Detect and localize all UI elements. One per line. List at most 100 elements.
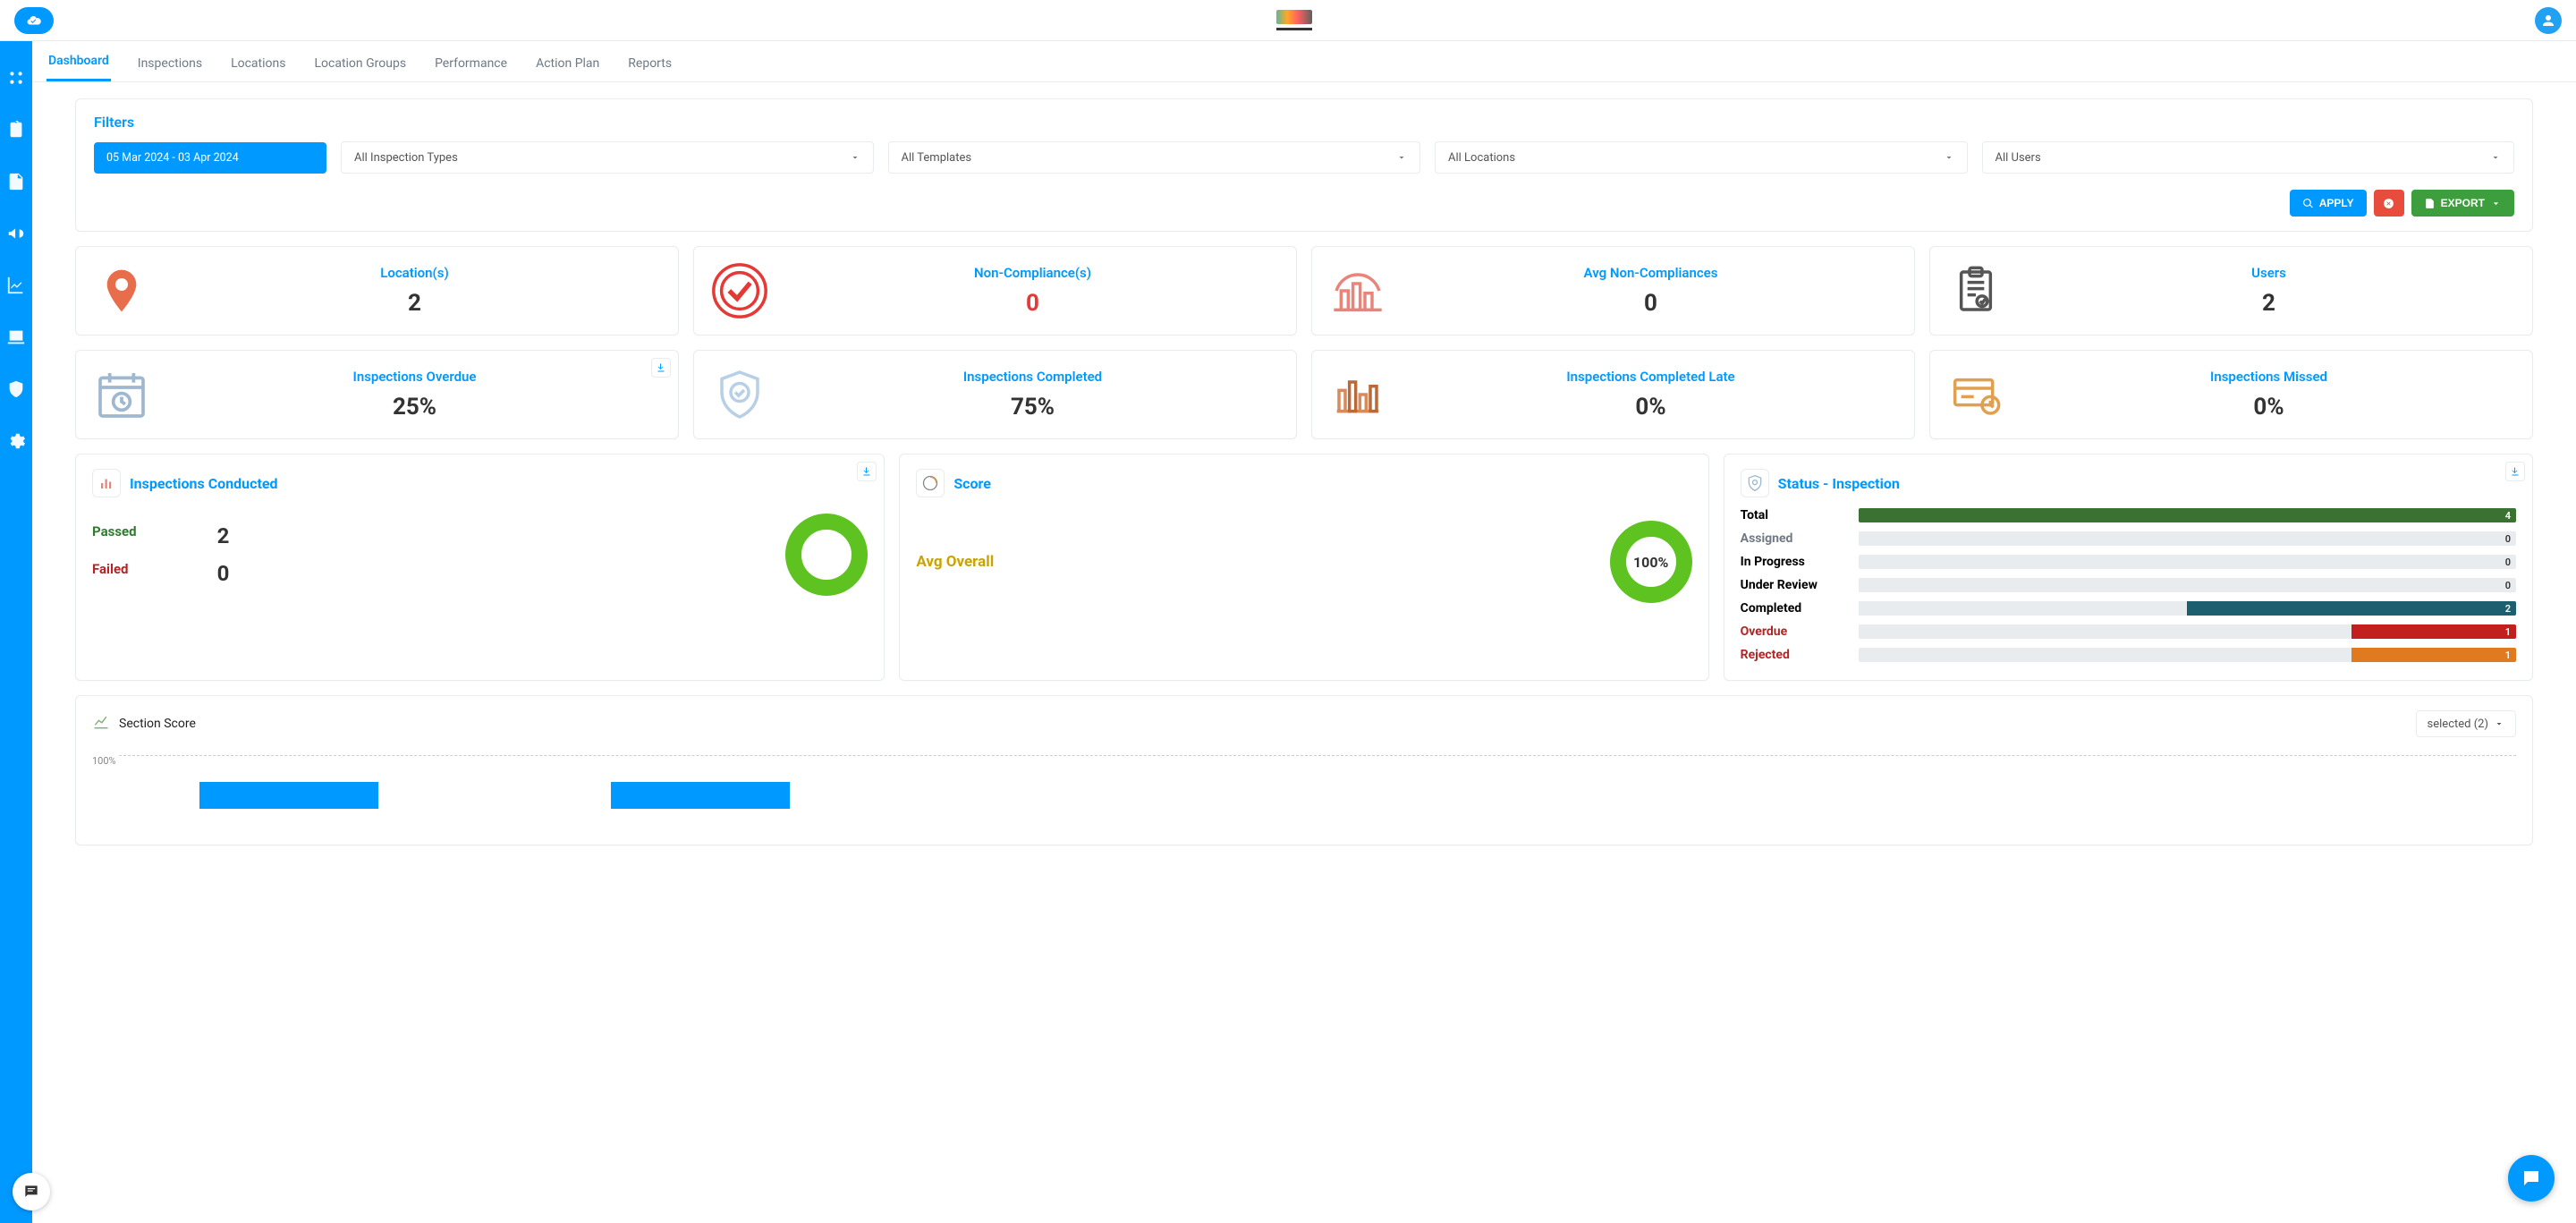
status-track: 4 xyxy=(1859,508,2516,522)
metric-avg-nc: Avg Non-Compliances 0 xyxy=(1311,246,1915,335)
filters-card: Filters 05 Mar 2024 - 03 Apr 2024 All In… xyxy=(75,98,2533,232)
status-name: Total xyxy=(1741,508,1848,522)
select-locations[interactable]: All Locations xyxy=(1435,141,1968,174)
metric-completed: Inspections Completed 75% xyxy=(693,350,1297,439)
tab-locations[interactable]: Locations xyxy=(229,46,287,81)
select-templates[interactable]: All Templates xyxy=(888,141,1421,174)
selected-label: selected (2) xyxy=(2428,718,2488,731)
side-rail xyxy=(0,41,32,1223)
metric-value: 75% xyxy=(784,394,1282,420)
inbox-icon[interactable] xyxy=(6,327,26,347)
megaphone-icon[interactable] xyxy=(6,224,26,243)
metric-row-2: Inspections Overdue 25% Inspections Comp… xyxy=(75,350,2533,439)
bar-chart-icon xyxy=(1326,363,1389,426)
chat-launcher[interactable] xyxy=(13,1173,50,1210)
status-track: 0 xyxy=(1859,578,2516,592)
metric-label: Inspections Completed Late xyxy=(1402,369,1900,385)
message-icon xyxy=(2521,1168,2542,1189)
tab-location-groups[interactable]: Location Groups xyxy=(312,46,408,81)
date-range-chip[interactable]: 05 Mar 2024 - 03 Apr 2024 xyxy=(94,142,326,174)
score-donut: 100% xyxy=(1610,521,1692,603)
metric-locations: Location(s) 2 xyxy=(75,246,679,335)
chevron-down-icon xyxy=(2490,152,2501,163)
messenger-launcher[interactable] xyxy=(2508,1155,2555,1202)
shield-icon[interactable] xyxy=(6,379,26,399)
passed-value: 2 xyxy=(217,523,230,548)
mini-bar-icon xyxy=(92,469,121,497)
apps-icon[interactable] xyxy=(6,68,26,88)
user-avatar[interactable] xyxy=(2535,7,2562,34)
search-icon xyxy=(2302,198,2314,209)
pin-icon xyxy=(90,259,153,322)
panel-title: Score xyxy=(953,475,991,492)
card-clock-icon xyxy=(1945,363,2007,426)
chevron-down-icon xyxy=(850,152,860,163)
metric-label: Users xyxy=(2020,265,2518,281)
tab-reports[interactable]: Reports xyxy=(626,46,674,81)
document-icon[interactable] xyxy=(6,172,26,191)
download-button[interactable] xyxy=(651,358,671,378)
main-area: Dashboard Inspections Locations Location… xyxy=(32,41,2576,1223)
select-label: All Locations xyxy=(1448,151,1515,165)
metric-value: 0 xyxy=(1402,290,1900,317)
topbar xyxy=(0,0,2576,41)
status-name: Completed xyxy=(1741,601,1848,616)
inspections-donut xyxy=(785,514,868,596)
brand-logo[interactable] xyxy=(14,7,54,34)
status-name: Overdue xyxy=(1741,624,1848,639)
status-fill: 1 xyxy=(2351,624,2516,639)
status-value: 0 xyxy=(2505,555,2511,569)
tab-dashboard[interactable]: Dashboard xyxy=(47,43,111,81)
select-label: All Templates xyxy=(902,151,972,165)
chevron-down-icon xyxy=(1396,152,1407,163)
status-row: Assigned0 xyxy=(1741,531,2516,546)
panel-title: Status - Inspection xyxy=(1778,475,1900,492)
status-row: In Progress 0 xyxy=(1741,555,2516,569)
status-fill: 4 xyxy=(1859,508,2516,522)
select-label: All Inspection Types xyxy=(354,151,458,165)
clear-button[interactable] xyxy=(2374,190,2404,217)
selected-dropdown[interactable]: selected (2) xyxy=(2416,710,2516,737)
gear-icon[interactable] xyxy=(6,431,26,451)
chat-icon xyxy=(22,1183,40,1201)
select-inspection-types[interactable]: All Inspection Types xyxy=(341,141,874,174)
metric-label: Inspections Overdue xyxy=(165,369,664,385)
download-button[interactable] xyxy=(2505,462,2525,481)
shield-outline-icon xyxy=(1741,469,1769,497)
metric-label: Inspections Missed xyxy=(2020,369,2518,385)
gauge-icon xyxy=(916,469,945,497)
filters-title: Filters xyxy=(94,114,2514,131)
download-icon xyxy=(861,466,872,477)
metric-label: Non-Compliance(s) xyxy=(784,265,1282,281)
clipboard-icon[interactable] xyxy=(6,120,26,140)
shield-check-icon xyxy=(708,363,771,426)
download-button[interactable] xyxy=(857,462,877,481)
cloud-check-icon xyxy=(24,13,44,29)
export-button[interactable]: EXPORT xyxy=(2411,190,2514,217)
tab-action-plan[interactable]: Action Plan xyxy=(534,46,601,81)
panel-score: Score Avg Overall 100% xyxy=(899,454,1708,681)
section-bar xyxy=(199,782,378,809)
status-name: In Progress xyxy=(1741,555,1848,569)
tab-performance[interactable]: Performance xyxy=(433,46,509,81)
status-name: Rejected xyxy=(1741,648,1848,662)
passed-label: Passed xyxy=(92,523,137,548)
grid-line xyxy=(119,755,2516,756)
clipboard-check-icon xyxy=(1945,259,2007,322)
avg-overall-label: Avg Overall xyxy=(916,553,994,571)
calendar-clock-icon xyxy=(90,363,153,426)
chart-icon[interactable] xyxy=(6,276,26,295)
status-track: 2 xyxy=(1859,601,2516,616)
chevron-down-icon xyxy=(1944,152,1954,163)
status-row: Total 4 xyxy=(1741,508,2516,522)
partner-logo-icon xyxy=(1276,10,1312,24)
metric-row-1: Location(s) 2 Non-Compliance(s) 0 xyxy=(75,246,2533,335)
file-export-icon xyxy=(2424,198,2436,209)
select-users[interactable]: All Users xyxy=(1982,141,2515,174)
metric-noncompliance: Non-Compliance(s) 0 xyxy=(693,246,1297,335)
scroll-area[interactable]: Filters 05 Mar 2024 - 03 Apr 2024 All In… xyxy=(32,82,2576,1223)
metric-label: Inspections Completed xyxy=(784,369,1282,385)
tab-inspections[interactable]: Inspections xyxy=(136,46,204,81)
apply-button[interactable]: APPLY xyxy=(2290,190,2367,217)
panel-row: Inspections Conducted Passed 2 Failed 0 xyxy=(75,454,2533,681)
